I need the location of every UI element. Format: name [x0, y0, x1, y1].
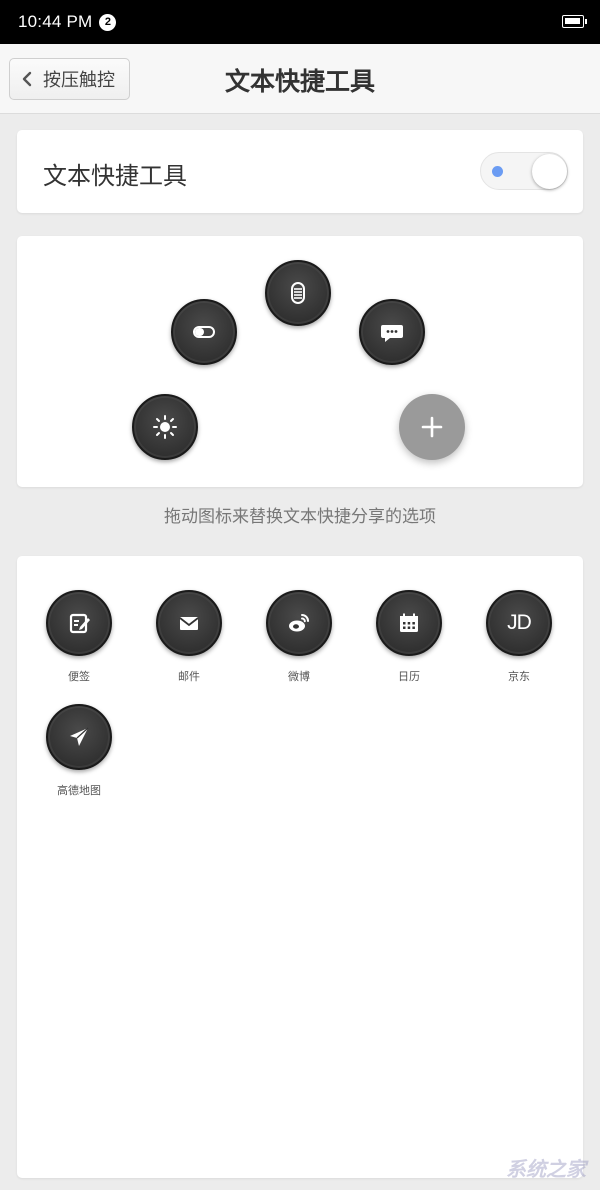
- plus-icon: [421, 416, 443, 438]
- amap-app-button[interactable]: [46, 704, 112, 770]
- status-time: 10:44 PM: [18, 12, 93, 31]
- app-label-weibo: 微博: [288, 670, 310, 683]
- chat-bubble-icon: [381, 325, 403, 342]
- arc-action-chat[interactable]: [359, 299, 425, 365]
- battery-icon: [562, 15, 587, 28]
- add-action-button[interactable]: [399, 394, 465, 460]
- arc-action-capsule[interactable]: [265, 260, 331, 326]
- jd-app-button[interactable]: JD: [486, 590, 552, 656]
- weibo-app-button[interactable]: [266, 590, 332, 656]
- amap-icon: [70, 727, 89, 746]
- mail-icon: [179, 617, 199, 630]
- notes-app-button[interactable]: [46, 590, 112, 656]
- app-item-weibo[interactable]: 微博: [254, 590, 344, 684]
- notes-icon: [69, 613, 90, 634]
- share-apps-panel: 便签 邮件 微博 日历 JD 京东 高德地图: [17, 556, 583, 1178]
- header: 按压触控 文本快捷工具: [0, 44, 600, 114]
- calendar-app-button[interactable]: [376, 590, 442, 656]
- arc-action-toggle[interactable]: [171, 299, 237, 365]
- app-label-notes: 便签: [68, 670, 90, 683]
- app-item-amap[interactable]: 高德地图: [34, 704, 124, 798]
- app-item-mail[interactable]: 邮件: [144, 590, 234, 684]
- arc-action-brightness[interactable]: [132, 394, 198, 460]
- toggle-label: 文本快捷工具: [43, 162, 187, 190]
- status-bar: 10:44 PM 2: [0, 0, 600, 44]
- drag-hint-text: 拖动图标来替换文本快捷分享的选项: [164, 507, 436, 527]
- quick-actions-arc: [17, 236, 583, 487]
- calendar-icon: [400, 613, 418, 632]
- mail-app-button[interactable]: [156, 590, 222, 656]
- app-label-calendar: 日历: [398, 670, 420, 683]
- jd-icon: JD: [507, 611, 532, 634]
- app-label-mail: 邮件: [178, 670, 200, 683]
- watermark: 系统之家: [506, 1157, 586, 1181]
- app-label-amap: 高德地图: [57, 784, 101, 797]
- feature-toggle-switch[interactable]: [480, 152, 568, 190]
- page-title: 文本快捷工具: [224, 67, 375, 96]
- capsule-icon: [291, 282, 305, 304]
- switch-indicator-dot: [492, 166, 503, 177]
- app-item-jd[interactable]: JD 京东: [474, 590, 564, 684]
- app-label-jd: 京东: [508, 670, 530, 683]
- notification-badge: 2: [99, 13, 117, 31]
- app-item-calendar[interactable]: 日历: [364, 590, 454, 684]
- brightness-icon: [153, 415, 177, 439]
- toggle-pill-icon: [193, 326, 215, 338]
- weibo-icon: [289, 614, 309, 632]
- app-item-notes[interactable]: 便签: [34, 590, 124, 684]
- switch-knob[interactable]: [532, 154, 567, 189]
- toggle-card: 文本快捷工具: [17, 130, 583, 213]
